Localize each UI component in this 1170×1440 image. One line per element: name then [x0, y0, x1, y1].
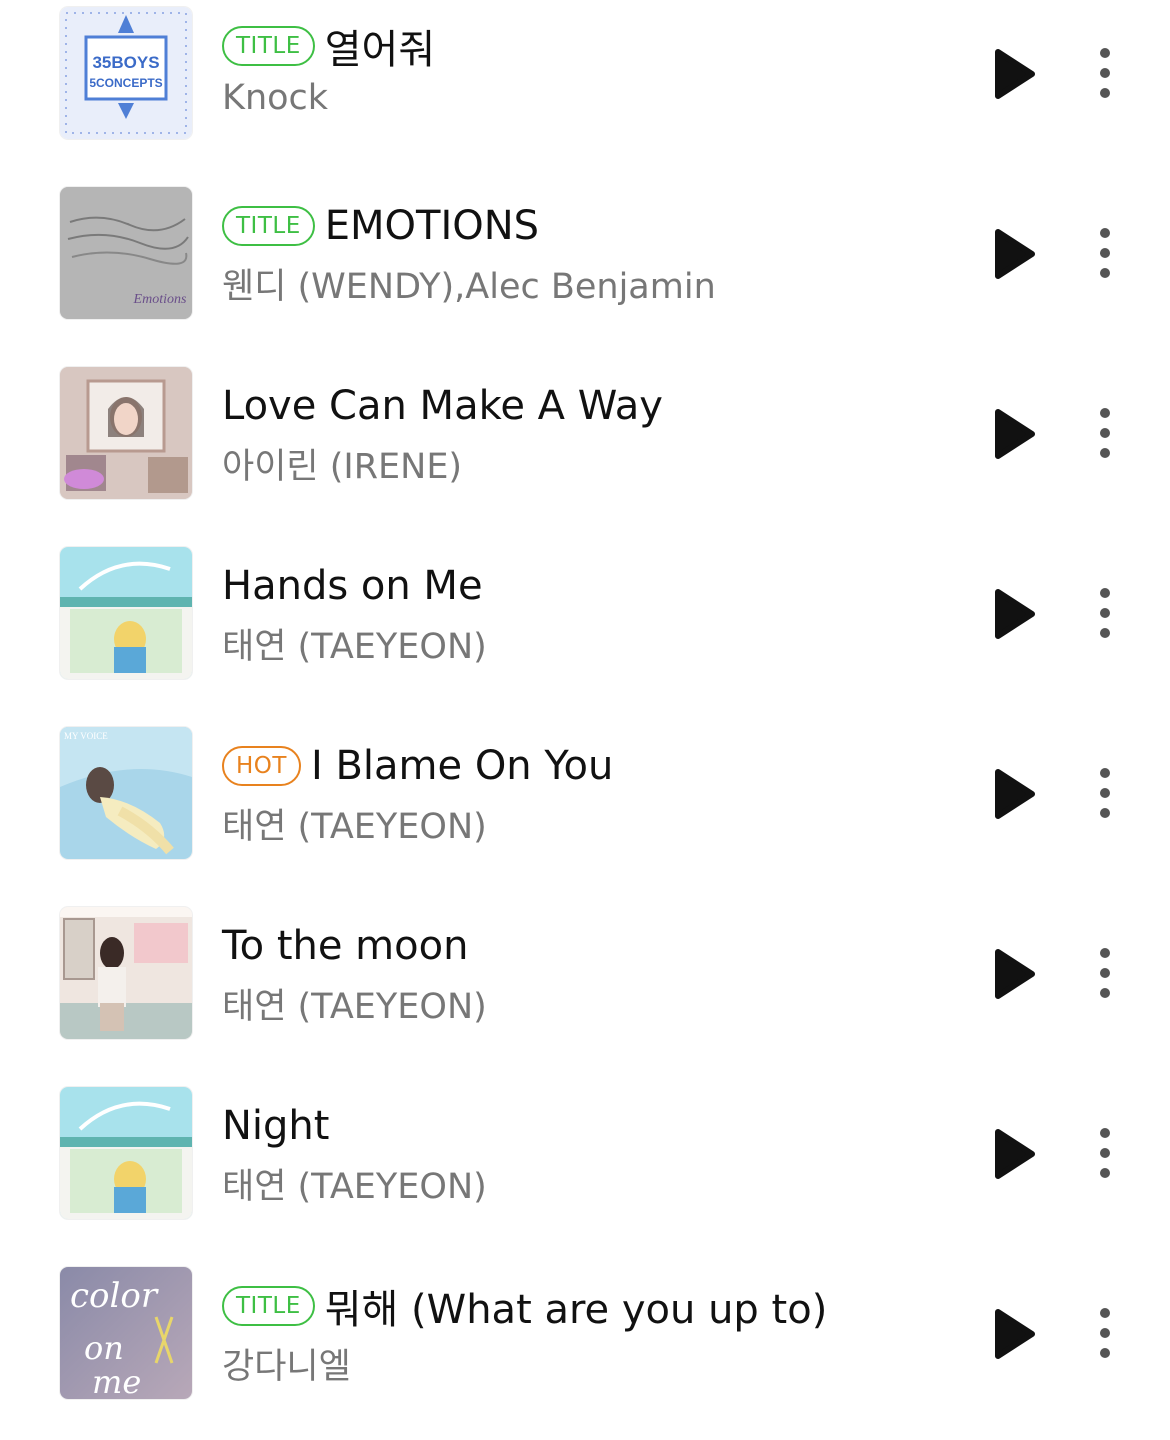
title-badge: TITLE — [222, 26, 315, 66]
title-line: TITLE EMOTIONS — [222, 200, 539, 252]
album-art[interactable] — [60, 547, 192, 679]
song-title: To the moon — [222, 923, 469, 969]
track-list: 35BOYS 5CONCEPTS TITLE 열어줘 Knock Emotion… — [0, 0, 1170, 1404]
svg-text:Emotions: Emotions — [133, 292, 187, 307]
play-button[interactable] — [990, 408, 1038, 460]
more-vertical-icon — [1100, 48, 1110, 98]
more-vertical-icon — [1100, 408, 1110, 458]
title-line: HOT I Blame On You — [222, 740, 613, 792]
more-options-button[interactable] — [1088, 1304, 1122, 1364]
artist-name: 태연 (TAEYEON) — [222, 807, 487, 847]
title-line: To the moon — [222, 920, 468, 972]
play-button[interactable] — [990, 1308, 1038, 1360]
song-title: Hands on Me — [222, 563, 483, 609]
more-vertical-icon — [1100, 948, 1110, 998]
title-line: Night — [222, 1100, 329, 1152]
play-button[interactable] — [990, 948, 1038, 1000]
track-row[interactable]: MY VOICE HOT I Blame On You 태연 (TAEYEON) — [0, 720, 1170, 900]
album-art[interactable]: Emotions — [60, 187, 192, 319]
track-row[interactable]: color on me TITLE 뭐해 (What are you up to… — [0, 1260, 1170, 1440]
artist-name: 아이린 (IRENE) — [222, 447, 463, 487]
album-art[interactable] — [60, 1087, 192, 1219]
more-vertical-icon — [1100, 588, 1110, 638]
svg-text:color: color — [70, 1276, 159, 1316]
track-row[interactable]: To the moon 태연 (TAEYEON) — [0, 900, 1170, 1080]
more-vertical-icon — [1100, 1128, 1110, 1178]
play-button[interactable] — [990, 1128, 1038, 1180]
artist-name: Knock — [222, 78, 329, 118]
song-title: Night — [222, 1103, 330, 1149]
play-icon — [995, 769, 1035, 819]
play-icon — [995, 589, 1035, 639]
artist-name: 태연 (TAEYEON) — [222, 987, 487, 1027]
title-badge: TITLE — [222, 1286, 315, 1326]
artist-name: 태연 (TAEYEON) — [222, 1167, 487, 1207]
more-vertical-icon — [1100, 1308, 1110, 1358]
play-button[interactable] — [990, 48, 1038, 100]
track-row[interactable]: Night 태연 (TAEYEON) — [0, 1080, 1170, 1260]
song-title: Love Can Make A Way — [222, 383, 663, 429]
artist-name: 태연 (TAEYEON) — [222, 627, 487, 667]
more-options-button[interactable] — [1088, 584, 1122, 644]
more-vertical-icon — [1100, 768, 1110, 818]
more-options-button[interactable] — [1088, 1124, 1122, 1184]
play-icon — [995, 949, 1035, 999]
svg-text:me: me — [92, 1363, 141, 1399]
svg-text:5CONCEPTS: 5CONCEPTS — [89, 76, 162, 90]
album-art[interactable] — [60, 907, 192, 1039]
title-line: TITLE 뭐해 (What are you up to) — [222, 1280, 828, 1333]
play-icon — [995, 1309, 1035, 1359]
svg-text:MY VOICE: MY VOICE — [64, 731, 108, 741]
song-title: 열어줘 — [324, 27, 436, 73]
song-title: EMOTIONS — [324, 203, 540, 249]
track-row[interactable]: Emotions TITLE EMOTIONS 웬디 (WENDY),Alec … — [0, 180, 1170, 360]
track-row[interactable]: Love Can Make A Way 아이린 (IRENE) — [0, 360, 1170, 540]
song-title: 뭐해 (What are you up to) — [324, 1287, 828, 1333]
artist-name: 강다니엘 — [222, 1347, 351, 1387]
album-art[interactable]: 35BOYS 5CONCEPTS — [60, 7, 192, 139]
track-row[interactable]: Hands on Me 태연 (TAEYEON) — [0, 540, 1170, 720]
more-options-button[interactable] — [1088, 404, 1122, 464]
play-icon — [995, 1129, 1035, 1179]
album-art[interactable]: MY VOICE — [60, 727, 192, 859]
hot-badge: HOT — [222, 746, 301, 786]
more-options-button[interactable] — [1088, 224, 1122, 284]
more-options-button[interactable] — [1088, 764, 1122, 824]
title-line: Love Can Make A Way — [222, 380, 663, 432]
svg-text:on: on — [84, 1329, 124, 1367]
title-line: TITLE 열어줘 — [222, 20, 436, 73]
more-options-button[interactable] — [1088, 44, 1122, 104]
track-row[interactable]: 35BOYS 5CONCEPTS TITLE 열어줘 Knock — [0, 0, 1170, 180]
album-art[interactable]: color on me — [60, 1267, 192, 1399]
more-vertical-icon — [1100, 228, 1110, 278]
title-line: Hands on Me — [222, 560, 483, 612]
play-icon — [995, 49, 1035, 99]
play-icon — [995, 229, 1035, 279]
play-button[interactable] — [990, 768, 1038, 820]
album-art[interactable] — [60, 367, 192, 499]
artist-name: 웬디 (WENDY),Alec Benjamin — [222, 267, 716, 307]
play-button[interactable] — [990, 588, 1038, 640]
play-button[interactable] — [990, 228, 1038, 280]
svg-text:35BOYS: 35BOYS — [92, 53, 159, 72]
play-icon — [995, 409, 1035, 459]
title-badge: TITLE — [222, 206, 315, 246]
song-title: I Blame On You — [310, 743, 614, 789]
more-options-button[interactable] — [1088, 944, 1122, 1004]
